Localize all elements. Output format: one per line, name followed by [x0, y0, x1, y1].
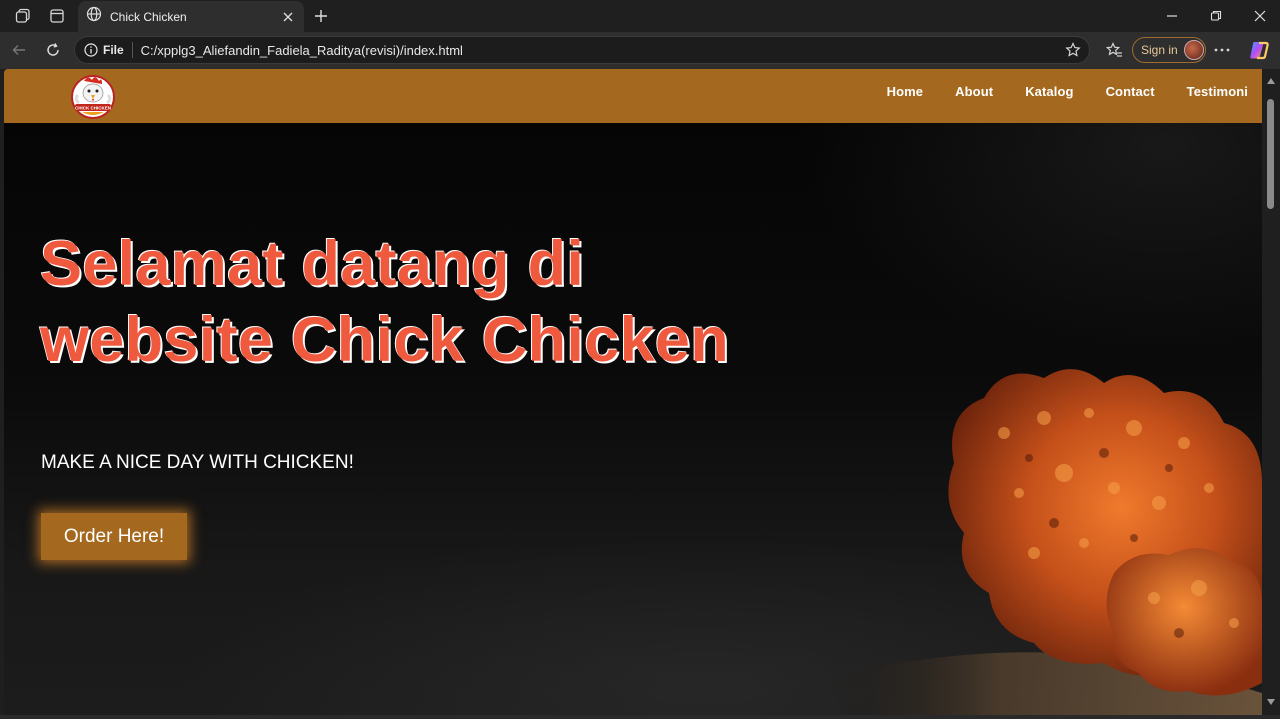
close-window-icon[interactable]: [1244, 0, 1276, 32]
logo-text: CHICK CHICKEN: [75, 106, 111, 111]
refresh-icon[interactable]: [38, 34, 68, 66]
tab-title: Chick Chicken: [110, 9, 187, 24]
globe-icon: [86, 6, 102, 27]
nav-about[interactable]: About: [955, 84, 993, 99]
scroll-down-icon[interactable]: [1267, 699, 1275, 705]
chick-chicken-logo[interactable]: CHICK CHICKEN: [68, 73, 118, 121]
browser-tab-active[interactable]: Chick Chicken: [78, 1, 304, 32]
back-icon[interactable]: [4, 34, 34, 66]
nav-testimoni[interactable]: Testimoni: [1187, 84, 1248, 99]
hero-tagline: MAKE A NICE DAY WITH CHICKEN!: [41, 452, 354, 473]
hero-section: Selamat datang di website Chick Chicken …: [4, 123, 1262, 715]
nav-contact[interactable]: Contact: [1106, 84, 1155, 99]
hero-headline: Selamat datang di website Chick Chicken: [40, 226, 800, 378]
window-bottom-edge: [0, 715, 1280, 719]
browser-toolbar: File C:/xpplg3_Aliefandin_Fadiela_Radity…: [0, 32, 1280, 69]
vertical-scrollbar[interactable]: [1262, 69, 1280, 715]
favorites-icon[interactable]: [1100, 34, 1128, 66]
order-here-button[interactable]: Order Here!: [41, 513, 187, 560]
nav-katalog[interactable]: Katalog: [1025, 84, 1073, 99]
scroll-up-icon[interactable]: [1267, 78, 1275, 84]
site-navbar: CHICK CHICKEN Home About Katalog Contact…: [4, 69, 1262, 123]
more-options-icon[interactable]: [1208, 34, 1236, 66]
info-icon: [84, 43, 98, 57]
main-nav: Home About Katalog Contact Testimoni: [855, 69, 1248, 113]
address-bar[interactable]: File C:/xpplg3_Aliefandin_Fadiela_Radity…: [74, 36, 1090, 64]
favorite-star-icon[interactable]: [1065, 42, 1081, 63]
fried-chicken-image: [824, 369, 1262, 715]
tab-actions-icon[interactable]: [42, 0, 72, 32]
url-text: C:/xpplg3_Aliefandin_Fadiela_Raditya(rev…: [140, 42, 463, 58]
nav-home[interactable]: Home: [887, 84, 924, 99]
restore-icon[interactable]: [1200, 0, 1232, 32]
headline-line-1: Selamat datang di: [40, 229, 585, 299]
sign-in-label: Sign in: [1141, 43, 1178, 57]
new-tab-icon[interactable]: [308, 0, 334, 32]
page-viewport: CHICK CHICKEN Home About Katalog Contact…: [4, 69, 1262, 715]
headline-line-2: website Chick Chicken: [40, 305, 730, 375]
avatar: [1183, 40, 1204, 60]
close-tab-icon[interactable]: [276, 5, 300, 29]
minimize-icon[interactable]: [1156, 0, 1188, 32]
workspaces-icon[interactable]: [8, 0, 38, 32]
browser-tab-strip: Chick Chicken: [0, 0, 1280, 32]
scrollbar-thumb[interactable]: [1267, 99, 1274, 209]
site-info-chip[interactable]: File: [84, 42, 141, 58]
copilot-icon[interactable]: [1244, 34, 1274, 66]
file-label: File: [103, 43, 124, 57]
sign-in-button[interactable]: Sign in: [1132, 37, 1206, 63]
